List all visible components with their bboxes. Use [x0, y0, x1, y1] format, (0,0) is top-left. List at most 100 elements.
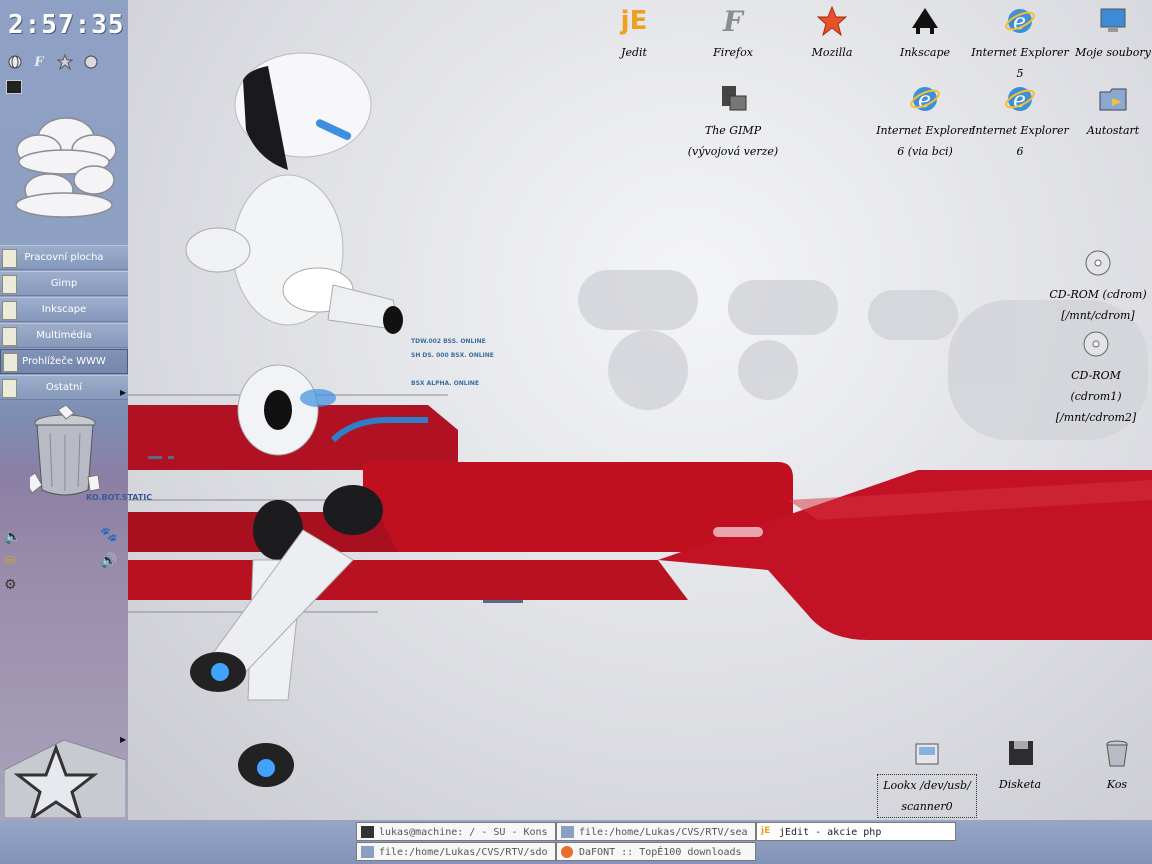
- task-label: DaFONT :: TopÉ100 downloads: [579, 847, 742, 858]
- task-file-sea[interactable]: file:/home/Lukas/CVS/RTV/sea: [556, 822, 756, 841]
- desktop-label: Prohlížeče WWW: [22, 356, 106, 367]
- desktop-icon-firefox[interactable]: F Firefox: [683, 4, 783, 63]
- inkscape-icon: [908, 4, 942, 38]
- left-panel: 2:57:35 F Pracovní plocha Gimp Inkscape …: [0, 0, 152, 822]
- ie-icon: e: [1003, 4, 1037, 38]
- desktop-icon-inkscape[interactable]: Inkscape: [875, 4, 975, 63]
- floppy-icon: [1003, 736, 1037, 770]
- speaker-icon[interactable]: 🔊: [100, 553, 117, 569]
- desktop-icon-ie6-bci[interactable]: e Internet Explorer 6 (via bci): [875, 82, 975, 162]
- icon-label: Internet Explorer 6: [971, 124, 1069, 158]
- icon-label: Mozilla: [811, 46, 853, 59]
- desktop-icon-scanner[interactable]: Lookx /dev/usb/ scanner0: [877, 736, 977, 818]
- start-menu-star-icon[interactable]: [3, 739, 127, 822]
- wallpaper-text-static: KO.BOT.STATIC: [86, 493, 153, 502]
- task-konsole[interactable]: lukas@machine: / - SU - Kons: [356, 822, 556, 841]
- desktop-icon-ie5[interactable]: e Internet Explorer 5: [970, 4, 1070, 84]
- desktop-icon-mozilla[interactable]: Mozilla: [782, 4, 882, 63]
- jedit-icon: jE: [620, 6, 648, 36]
- desktop-label: Multimédia: [36, 330, 92, 341]
- icon-label: Inkscape: [899, 46, 950, 59]
- expand-arrow-icon[interactable]: ▶: [120, 388, 126, 397]
- icon-label: Firefox: [713, 46, 753, 59]
- icon-label: Internet Explorer 6 (via bci): [876, 124, 974, 158]
- cdrom-icon: [1079, 327, 1113, 361]
- task-label: jEdit - akcie php: [779, 827, 882, 838]
- task-label: lukas@machine: / - SU - Kons: [379, 827, 548, 838]
- desktop-icon-gimp[interactable]: The GIMP (vývojová verze): [683, 82, 783, 162]
- mozilla-icon: [815, 4, 849, 38]
- task-label: file:/home/Lukas/CVS/RTV/sdo: [379, 847, 548, 858]
- desktop-icon-kos[interactable]: Kos: [1067, 736, 1152, 795]
- icon-label: Lookx /dev/usb/ scanner0: [877, 774, 977, 818]
- desktop-preview: [2, 301, 17, 320]
- desktop-button-5[interactable]: Prohlížeče WWW: [0, 349, 128, 374]
- gimp-icon: [716, 82, 750, 116]
- icon-label: Autostart: [1086, 124, 1140, 137]
- scanner-icon: [910, 736, 944, 770]
- ie-icon: e: [1003, 82, 1037, 116]
- desktop-button-3[interactable]: Inkscape: [0, 297, 128, 322]
- firefox-f-icon[interactable]: F: [30, 53, 48, 71]
- icon-label: Jedit: [621, 46, 647, 59]
- task-jedit[interactable]: jE jEdit - akcie php: [756, 822, 956, 841]
- desktop-icon-ie6[interactable]: e Internet Explorer 6: [970, 82, 1070, 162]
- desktop-preview: [3, 353, 18, 372]
- wallpaper-text-2: SH DS. 000 BSX. ONLINE: [411, 352, 494, 359]
- desktop-label: Inkscape: [41, 304, 87, 315]
- system-tray: 🔈 🐾 ✉ 🔊 ⚙: [0, 525, 128, 605]
- weather-cloud-icon: [4, 110, 124, 229]
- icon-label: CD-ROM (cdrom) [/mnt/cdrom]: [1049, 288, 1147, 322]
- icon-label: Internet Explorer 5: [971, 46, 1069, 80]
- desktop-icon-moje-soubory[interactable]: Moje soubory: [1063, 4, 1152, 63]
- task-file-sdo[interactable]: file:/home/Lukas/CVS/RTV/sdo: [356, 842, 556, 861]
- wallpaper-text-1: TDW.002 BSS. ONLINE: [411, 338, 486, 345]
- desktop-label: Gimp: [50, 278, 78, 289]
- volume-icon[interactable]: 🔈: [4, 529, 21, 545]
- desktop-preview: [2, 379, 17, 398]
- clock: 2:57:35: [8, 10, 125, 40]
- desktop-icon-jedit[interactable]: jE Jedit: [584, 4, 684, 63]
- world-icon[interactable]: [82, 53, 100, 71]
- mozilla-star-icon[interactable]: [56, 53, 74, 71]
- envelope-icon[interactable]: ✉: [4, 553, 16, 569]
- terminal-icon: [361, 826, 374, 838]
- panel-trash-icon[interactable]: [24, 404, 101, 504]
- taskbar: lukas@machine: / - SU - Kons file:/home/…: [0, 820, 1152, 864]
- folder-icon: [561, 826, 574, 838]
- desktop-icon-autostart[interactable]: Autostart: [1063, 82, 1152, 141]
- desktop-preview: [2, 275, 17, 294]
- trash-icon: [1100, 736, 1134, 770]
- icon-label: CD-ROM (cdrom1) [/mnt/cdrom2]: [1055, 369, 1137, 424]
- ie-icon: e: [908, 82, 942, 116]
- wallpaper-text-3: BSX ALPHA. ONLINE: [411, 380, 479, 387]
- icon-label: Moje soubory: [1075, 46, 1151, 59]
- autostart-folder-icon: [1096, 82, 1130, 116]
- cdrom-icon: [1081, 246, 1115, 280]
- jedit-icon: jE: [761, 826, 771, 836]
- desktop-preview: [2, 249, 17, 268]
- icon-label: The GIMP (vývojová verze): [687, 124, 779, 158]
- globe-icon[interactable]: [6, 53, 24, 71]
- firefox-icon: [561, 846, 573, 858]
- task-firefox-dafont[interactable]: DaFONT :: TopÉ100 downloads: [556, 842, 756, 861]
- desktop-button-1[interactable]: Pracovní plocha: [0, 245, 128, 270]
- task-label: file:/home/Lukas/CVS/RTV/sea: [579, 827, 748, 838]
- desktop-icon-cdrom1[interactable]: CD-ROM (cdrom1) [/mnt/cdrom2]: [1046, 327, 1146, 428]
- desktop-switcher: Pracovní plocha Gimp Inkscape Multimédia…: [0, 245, 128, 401]
- folder-icon: [361, 846, 374, 858]
- desktop-label: Pracovní plocha: [24, 252, 104, 263]
- paw-icon[interactable]: 🐾: [100, 527, 117, 543]
- desktop-icon-cdrom[interactable]: CD-ROM (cdrom) [/mnt/cdrom]: [1048, 246, 1148, 326]
- icon-label: Kos: [1106, 778, 1128, 791]
- desktop-button-4[interactable]: Multimédia: [0, 323, 128, 348]
- network-icon[interactable]: ⚙: [4, 577, 17, 593]
- desktop-button-2[interactable]: Gimp: [0, 271, 128, 296]
- desktop-label: Ostatní: [45, 382, 83, 393]
- wallpaper-status-text: TDW.002 BSS. ONLINE SH DS. 000 BSX. ONLI…: [411, 335, 494, 391]
- terminal-icon[interactable]: [6, 80, 22, 94]
- desktop-icon-disketa[interactable]: Disketa: [970, 736, 1070, 795]
- desktop-button-6[interactable]: Ostatní: [0, 375, 128, 400]
- firefox-icon: F: [723, 4, 743, 38]
- monitor-icon: [1096, 4, 1130, 38]
